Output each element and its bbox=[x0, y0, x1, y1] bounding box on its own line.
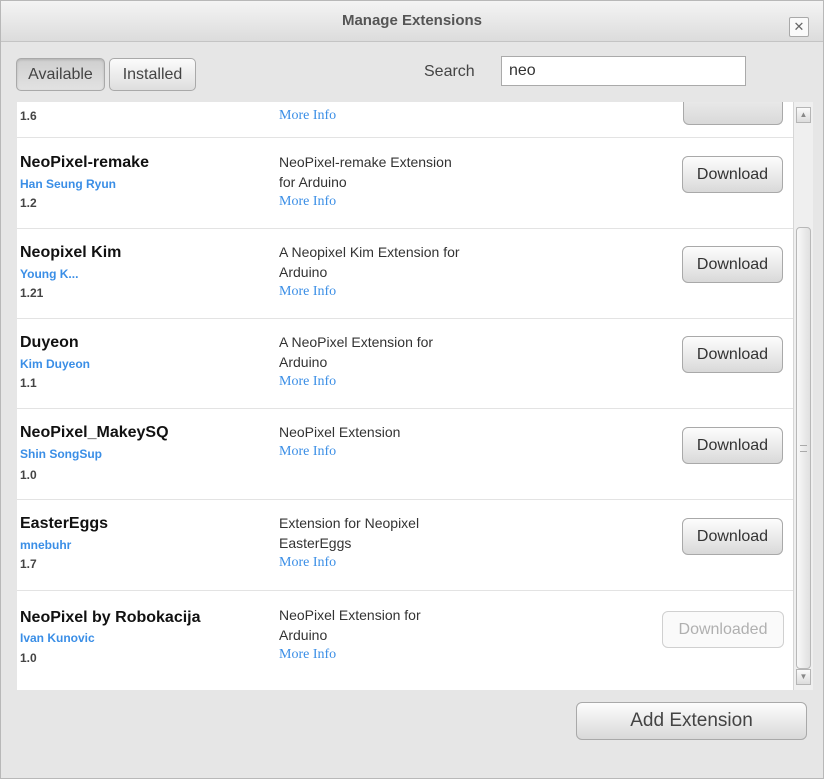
list-item-partial: 1.6 More Info bbox=[17, 102, 793, 138]
extension-description: NeoPixel Extension for Arduino More Info bbox=[279, 605, 509, 665]
list-item: NeoPixel-remake Han Seung Ryun 1.2 NeoPi… bbox=[17, 138, 793, 229]
description-line: Arduino bbox=[279, 627, 328, 643]
list-scrollbar[interactable]: ▲ ▼ bbox=[793, 102, 813, 690]
extension-name: NeoPixel_MakeySQ bbox=[20, 424, 169, 441]
extension-author[interactable]: mnebuhr bbox=[20, 538, 71, 552]
more-info-link[interactable]: More Info bbox=[279, 106, 509, 126]
close-button[interactable]: ✕ bbox=[789, 17, 809, 37]
scrollbar-thumb[interactable] bbox=[796, 227, 811, 669]
download-button[interactable]: Download bbox=[682, 336, 783, 373]
extension-version: 1.6 bbox=[20, 109, 37, 123]
list-item: NeoPixel_MakeySQ Shin SongSup 1.0 NeoPix… bbox=[17, 408, 793, 500]
search-label: Search bbox=[424, 63, 475, 80]
description-line: EasterEggs bbox=[279, 535, 352, 551]
scroll-up-button[interactable]: ▲ bbox=[796, 107, 811, 123]
download-button[interactable]: Download bbox=[682, 518, 783, 555]
description-line: Arduino bbox=[279, 354, 328, 370]
extension-author[interactable]: Young K... bbox=[20, 267, 78, 281]
extension-author[interactable]: Han Seung Ryun bbox=[20, 177, 116, 191]
arrow-up-icon: ▲ bbox=[799, 110, 808, 119]
scroll-down-button[interactable]: ▼ bbox=[796, 669, 811, 685]
extension-author[interactable]: Kim Duyeon bbox=[20, 357, 90, 371]
add-extension-button[interactable]: Add Extension bbox=[576, 702, 807, 740]
more-info-link[interactable]: More Info bbox=[279, 192, 509, 212]
more-info-link[interactable]: More Info bbox=[279, 553, 509, 573]
close-icon: ✕ bbox=[793, 19, 805, 34]
extension-description: A Neopixel Kim Extension for Arduino Mor… bbox=[279, 242, 509, 302]
title-bar: Manage Extensions ✕ bbox=[1, 1, 823, 42]
grip-icon bbox=[800, 445, 807, 452]
extension-version: 1.0 bbox=[20, 468, 37, 482]
extension-version: 1.21 bbox=[20, 286, 44, 300]
description-line: NeoPixel Extension for bbox=[279, 607, 421, 623]
download-button[interactable]: Download bbox=[682, 246, 783, 283]
description-line: A Neopixel Kim Extension for bbox=[279, 244, 460, 260]
more-info-link[interactable]: More Info bbox=[279, 372, 509, 392]
list-item: EasterEggs mnebuhr 1.7 Extension for Neo… bbox=[17, 499, 793, 591]
more-info-link[interactable]: More Info bbox=[279, 442, 509, 462]
extension-version: 1.7 bbox=[20, 557, 37, 571]
extension-description: NeoPixel Extension More Info bbox=[279, 422, 509, 462]
extension-author[interactable]: Ivan Kunovic bbox=[20, 631, 95, 645]
extension-description: Extension for Neopixel EasterEggs More I… bbox=[279, 513, 509, 573]
description-line: Arduino bbox=[279, 264, 328, 280]
download-button-partial[interactable] bbox=[683, 102, 783, 125]
arrow-down-icon: ▼ bbox=[799, 672, 808, 681]
download-button[interactable]: Download bbox=[682, 427, 783, 464]
tab-available[interactable]: Available bbox=[16, 58, 105, 91]
search-input[interactable] bbox=[501, 56, 746, 86]
description-line: NeoPixel Extension bbox=[279, 424, 401, 440]
description-line: NeoPixel-remake Extension bbox=[279, 154, 452, 170]
extension-description: A NeoPixel Extension for Arduino More In… bbox=[279, 332, 509, 392]
more-info-link[interactable]: More Info bbox=[279, 645, 509, 665]
extension-name: Neopixel Kim bbox=[20, 244, 122, 261]
extension-name: NeoPixel-remake bbox=[20, 154, 149, 171]
list-item: Duyeon Kim Duyeon 1.1 A NeoPixel Extensi… bbox=[17, 318, 793, 409]
extension-name: Duyeon bbox=[20, 334, 79, 351]
description-line: for Arduino bbox=[279, 174, 347, 190]
tab-installed[interactable]: Installed bbox=[109, 58, 196, 91]
downloaded-button: Downloaded bbox=[662, 611, 784, 648]
dialog-title: Manage Extensions bbox=[341, 12, 483, 29]
extension-list: 1.6 More Info NeoPixel-remake Han Seung … bbox=[17, 102, 793, 690]
extension-version: 1.1 bbox=[20, 376, 37, 390]
extension-version: 1.2 bbox=[20, 196, 37, 210]
extension-version: 1.0 bbox=[20, 651, 37, 665]
extension-description: NeoPixel-remake Extension for Arduino Mo… bbox=[279, 152, 509, 212]
extension-name: EasterEggs bbox=[20, 515, 109, 532]
description-line: Extension for Neopixel bbox=[279, 515, 420, 531]
download-button[interactable]: Download bbox=[682, 156, 783, 193]
list-item: NeoPixel by Robokacija Ivan Kunovic 1.0 … bbox=[17, 590, 793, 690]
extension-name: NeoPixel by Robokacija bbox=[20, 609, 201, 626]
manage-extensions-dialog: Manage Extensions ✕ Available Installed … bbox=[0, 0, 824, 779]
more-info-link[interactable]: More Info bbox=[279, 282, 509, 302]
list-item: Neopixel Kim Young K... 1.21 A Neopixel … bbox=[17, 228, 793, 319]
description-line: A NeoPixel Extension for bbox=[279, 334, 434, 350]
extension-author[interactable]: Shin SongSup bbox=[20, 447, 102, 461]
